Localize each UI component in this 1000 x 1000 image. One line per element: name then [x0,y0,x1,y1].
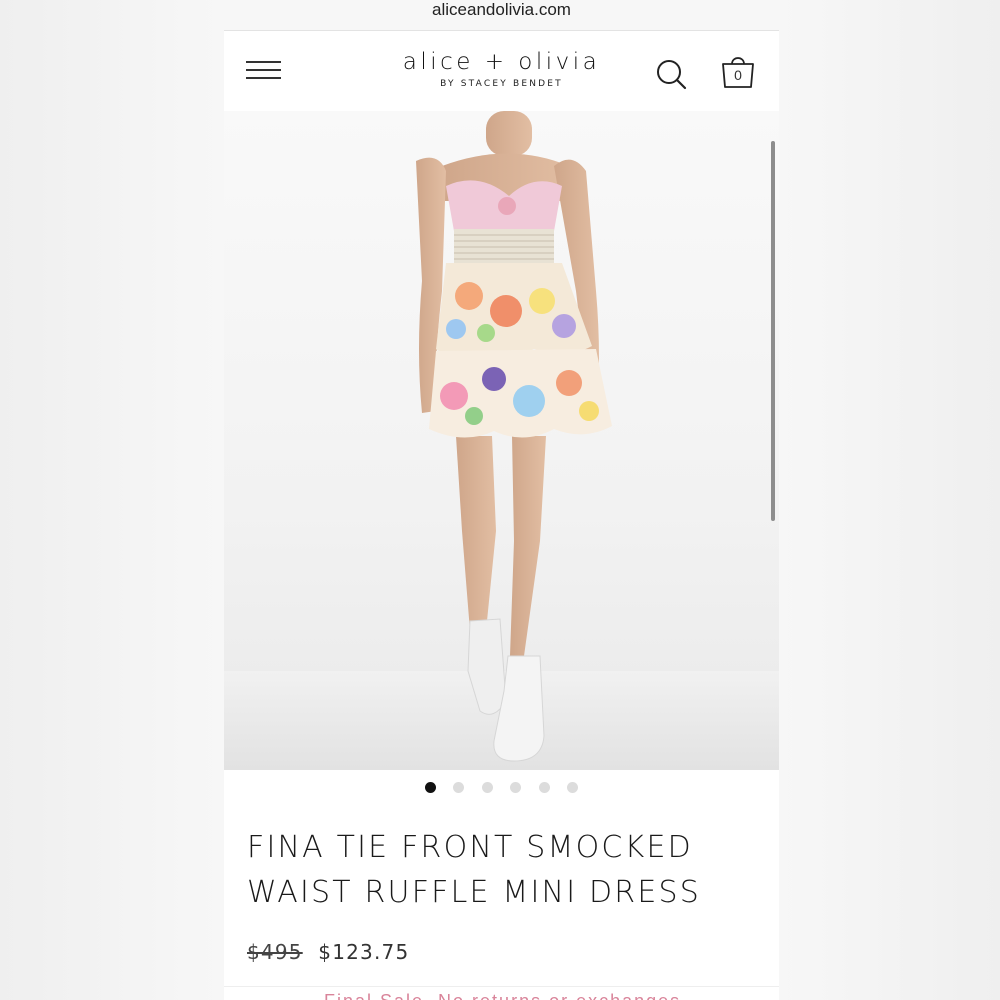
model-illustration [224,111,779,770]
final-sale-banner: Final Sale, No returns or exchanges [224,986,779,1000]
page-background: aliceandolivia.com alice + olivia BY STA… [0,0,1000,1000]
gallery-pagination [224,782,779,796]
final-sale-text: Final Sale, No returns or exchanges [324,991,681,1000]
shopping-bag-icon[interactable]: 0 [719,52,759,92]
hamburger-menu-icon[interactable] [246,59,282,81]
product-title-line2: WAIST RUFFLE MINI DRESS [247,875,701,910]
brand-name: alice + olivia [402,49,601,75]
gallery-dot[interactable] [453,782,464,793]
original-price: $495 [247,940,303,964]
bag-count: 0 [734,67,742,83]
product-image[interactable] [224,111,779,770]
search-icon[interactable] [654,57,690,93]
gallery-dot[interactable] [539,782,550,793]
phone-screen: aliceandolivia.com alice + olivia BY STA… [224,0,779,1000]
site-header: alice + olivia BY STACEY BENDET 0 [224,31,779,111]
price-row: $495 $123.75 [247,940,409,964]
gallery-dot[interactable] [510,782,521,793]
gallery-dot[interactable] [425,782,436,793]
sale-price: $123.75 [318,940,410,964]
gallery-dot[interactable] [482,782,493,793]
scrollbar[interactable] [771,141,775,521]
brand-subtitle: BY STACEY BENDET [440,79,563,89]
product-title-line1: FINA TIE FRONT SMOCKED [247,830,693,865]
brand-logo[interactable]: alice + olivia BY STACEY BENDET [374,49,629,89]
browser-url-bar[interactable]: aliceandolivia.com [224,0,779,31]
gallery-dot[interactable] [567,782,578,793]
product-title: FINA TIE FRONT SMOCKED WAIST RUFFLE MINI… [247,825,747,915]
url-text: aliceandolivia.com [432,0,571,19]
